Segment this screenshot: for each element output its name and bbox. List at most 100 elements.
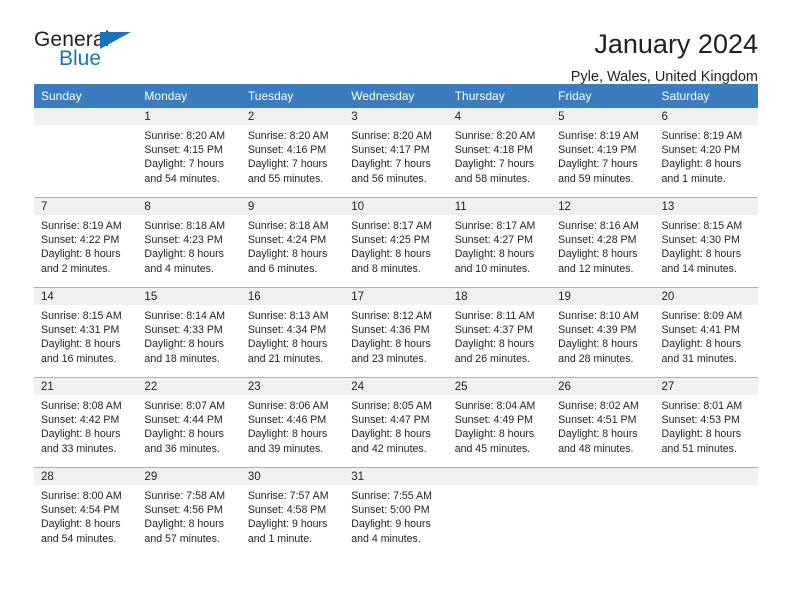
calendar-day[interactable]: 1 Sunrise: 8:20 AM Sunset: 4:15 PM Daylight… [137,108,241,197]
calendar-day[interactable]: 13 Sunrise: 8:15 AM Sunset: 4:30 PM Dayligh… [654,198,758,287]
calendar-day[interactable]: 18 Sunrise: 8:11 AM Sunset: 4:37 PM Dayligh… [447,288,552,377]
sunset-time: Sunset: 4:42 PM [41,414,120,427]
calendar-day[interactable]: 30 Sunrise: 7:57 AM Sunset: 4:58 PM Dayligh… [240,468,345,557]
daylight-duration-line1: Daylight: 8 hours [454,248,535,261]
calendar-day-empty [654,468,758,557]
day-sun-info: Sunrise: 8:19 AM Sunset: 4:20 PM Daylight:… [655,125,758,186]
weekday-header-wednesday: Wednesday [344,84,448,108]
calendar-cell: 4 Sunrise: 8:20 AM Sunset: 4:18 PM Daylight… [447,108,552,198]
day-number: 7 [34,198,138,215]
daylight-duration-line1: Daylight: 8 hours [41,518,121,531]
day-sun-info: Sunrise: 8:02 AM Sunset: 4:51 PM Daylight:… [551,395,654,456]
sunset-time: Sunset: 4:17 PM [351,144,430,157]
calendar-day[interactable]: 15 Sunrise: 8:14 AM Sunset: 4:33 PM Dayligh… [137,288,241,377]
day-sun-info: Sunrise: 8:16 AM Sunset: 4:28 PM Daylight:… [551,215,654,276]
calendar-day[interactable]: 8 Sunrise: 8:18 AM Sunset: 4:23 PM Daylight… [137,198,241,287]
calendar-cell: 17 Sunrise: 8:12 AM Sunset: 4:36 PM Dayligh… [344,287,448,378]
calendar-day[interactable]: 23 Sunrise: 8:06 AM Sunset: 4:46 PM Dayligh… [240,378,345,467]
calendar-cell: 29 Sunrise: 7:58 AM Sunset: 4:56 PM Dayligh… [137,467,241,557]
sunrise-time: Sunrise: 8:17 AM [454,220,536,232]
calendar-day[interactable]: 24 Sunrise: 8:05 AM Sunset: 4:47 PM Dayligh… [344,378,448,467]
calendar-day[interactable]: 22 Sunrise: 8:07 AM Sunset: 4:44 PM Dayligh… [137,378,241,467]
sunset-time: Sunset: 4:58 PM [247,504,327,517]
calendar-day[interactable]: 2 Sunrise: 8:20 AM Sunset: 4:16 PM Daylight… [240,108,345,197]
daylight-duration-line2: and 2 minutes. [41,262,111,275]
calendar-cell [34,108,138,198]
daylight-duration-line2: and 56 minutes. [351,172,427,185]
daylight-duration-line2: and 4 minutes. [144,262,214,275]
sunrise-time: Sunrise: 7:57 AM [247,490,329,502]
daylight-duration-line1: Daylight: 8 hours [247,338,328,351]
sunset-time: Sunset: 4:24 PM [247,234,327,247]
calendar-day[interactable]: 19 Sunrise: 8:10 AM Sunset: 4:39 PM Dayligh… [551,288,655,377]
daylight-duration-line1: Daylight: 8 hours [558,248,638,261]
sunrise-time: Sunrise: 8:11 AM [454,310,535,322]
daylight-duration-line1: Daylight: 7 hours [351,158,431,171]
calendar-day[interactable]: 5 Sunrise: 8:19 AM Sunset: 4:19 PM Daylight… [551,108,655,197]
sunset-time: Sunset: 4:53 PM [661,414,740,427]
day-sun-info: Sunrise: 7:58 AM Sunset: 4:56 PM Daylight:… [137,485,240,546]
calendar-day[interactable]: 4 Sunrise: 8:20 AM Sunset: 4:18 PM Daylight… [447,108,552,197]
calendar-cell: 8 Sunrise: 8:18 AM Sunset: 4:23 PM Daylight… [137,197,241,288]
sunrise-time: Sunrise: 8:19 AM [41,220,122,232]
general-blue-logo[interactable]: General Blue [34,28,144,74]
calendar-day[interactable]: 26 Sunrise: 8:02 AM Sunset: 4:51 PM Dayligh… [551,378,655,467]
calendar-day[interactable]: 11 Sunrise: 8:17 AM Sunset: 4:27 PM Dayligh… [447,198,552,287]
day-number: 11 [447,198,552,215]
calendar-day[interactable]: 21 Sunrise: 8:08 AM Sunset: 4:42 PM Dayligh… [34,378,138,467]
daylight-duration-line2: and 28 minutes. [558,352,634,365]
sunrise-time: Sunrise: 8:12 AM [351,310,432,322]
sunrise-time: Sunrise: 8:19 AM [558,130,639,142]
calendar-day[interactable]: 17 Sunrise: 8:12 AM Sunset: 4:36 PM Dayligh… [344,288,448,377]
sunset-time: Sunset: 4:16 PM [247,144,327,157]
sunset-time: Sunset: 4:47 PM [351,414,430,427]
sunrise-time: Sunrise: 8:05 AM [351,400,432,412]
daylight-duration-line2: and 57 minutes. [144,532,220,545]
daylight-duration-line2: and 59 minutes. [558,172,634,185]
calendar-day[interactable]: 9 Sunrise: 8:18 AM Sunset: 4:24 PM Daylight… [240,198,345,287]
calendar-day[interactable]: 25 Sunrise: 8:04 AM Sunset: 4:49 PM Dayligh… [447,378,552,467]
calendar-day[interactable]: 10 Sunrise: 8:17 AM Sunset: 4:25 PM Dayligh… [344,198,448,287]
calendar-day[interactable]: 20 Sunrise: 8:09 AM Sunset: 4:41 PM Dayligh… [654,288,758,377]
calendar-cell: 9 Sunrise: 8:18 AM Sunset: 4:24 PM Daylight… [240,197,345,288]
calendar-day[interactable]: 29 Sunrise: 7:58 AM Sunset: 4:56 PM Dayligh… [137,468,241,557]
weekday-header-friday: Friday [551,84,655,108]
calendar-day[interactable]: 14 Sunrise: 8:15 AM Sunset: 4:31 PM Dayligh… [34,288,138,377]
calendar-cell: 22 Sunrise: 8:07 AM Sunset: 4:44 PM Dayligh… [137,377,241,468]
daylight-duration-line1: Daylight: 7 hours [454,158,535,171]
calendar-day[interactable]: 7 Sunrise: 8:19 AM Sunset: 4:22 PM Daylight… [34,198,138,287]
sunset-time: Sunset: 4:20 PM [661,144,740,157]
sunset-time: Sunset: 4:54 PM [41,504,120,517]
calendar-day[interactable]: 31 Sunrise: 7:55 AM Sunset: 5:00 PM Dayligh… [344,468,448,557]
calendar-day[interactable]: 28 Sunrise: 8:00 AM Sunset: 4:54 PM Dayligh… [34,468,138,557]
calendar-day[interactable]: 16 Sunrise: 8:13 AM Sunset: 4:34 PM Dayligh… [240,288,345,377]
daylight-duration-line2: and 54 minutes. [144,172,220,185]
sunrise-time: Sunrise: 8:14 AM [144,310,226,322]
day-number: 24 [344,378,448,395]
daylight-duration-line2: and 36 minutes. [144,442,220,455]
calendar-day[interactable]: 6 Sunrise: 8:19 AM Sunset: 4:20 PM Daylight… [654,108,758,197]
day-number: 17 [344,288,448,305]
day-number: 14 [34,288,138,305]
triangle-icon [100,32,131,49]
sunset-time: Sunset: 4:25 PM [351,234,430,247]
weekday-header-saturday: Saturday [654,84,758,108]
day-sun-info: Sunrise: 8:04 AM Sunset: 4:49 PM Daylight:… [448,395,551,456]
daylight-duration-line1: Daylight: 8 hours [661,428,742,441]
sunset-time: Sunset: 4:18 PM [454,144,534,157]
sunset-time: Sunset: 4:36 PM [351,324,430,337]
day-sun-info: Sunrise: 7:55 AM Sunset: 5:00 PM Daylight:… [344,485,447,546]
calendar-day[interactable]: 12 Sunrise: 8:16 AM Sunset: 4:28 PM Dayligh… [551,198,655,287]
sunset-time: Sunset: 4:37 PM [454,324,534,337]
sunset-time: Sunset: 4:34 PM [247,324,327,337]
daylight-duration-line1: Daylight: 8 hours [144,518,224,531]
day-number: 26 [551,378,655,395]
calendar-day[interactable]: 27 Sunrise: 8:01 AM Sunset: 4:53 PM Dayligh… [654,378,758,467]
calendar-day[interactable]: 3 Sunrise: 8:20 AM Sunset: 4:17 PM Daylight… [344,108,448,197]
calendar-day-empty [34,108,138,197]
daylight-duration-line2: and 18 minutes. [144,352,220,365]
day-number: 10 [344,198,448,215]
calendar-cell: 6 Sunrise: 8:19 AM Sunset: 4:20 PM Daylight… [654,108,758,198]
calendar-day-empty [447,468,552,557]
sunset-time: Sunset: 4:28 PM [558,234,637,247]
